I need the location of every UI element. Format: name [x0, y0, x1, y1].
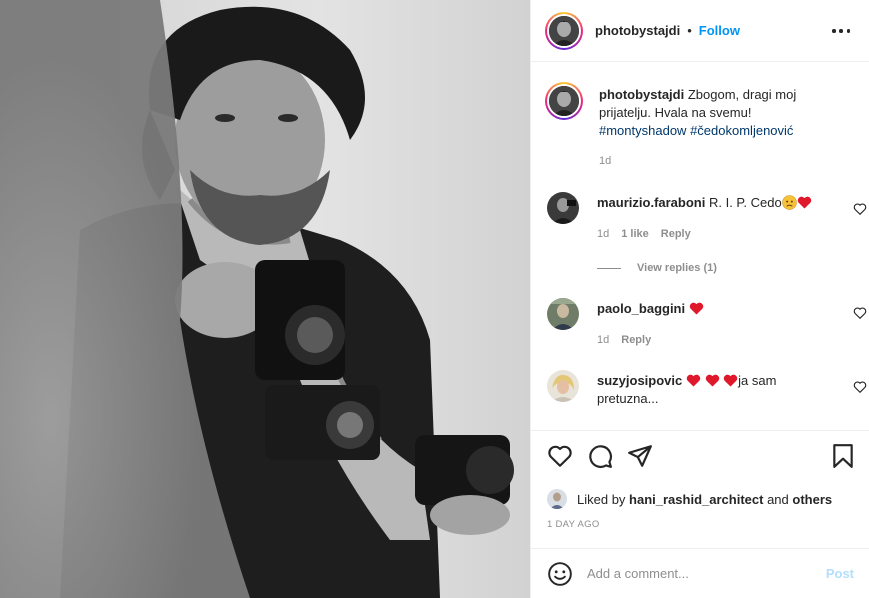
commenter-avatar[interactable]	[547, 192, 579, 224]
red-heart-icon	[686, 374, 701, 387]
comment-likes[interactable]: 1 like	[621, 228, 649, 240]
comment-meta: 1d 1 like Reply	[597, 228, 691, 240]
action-icons	[547, 443, 653, 469]
comment-username[interactable]: suzyjosipovic	[597, 373, 682, 388]
post-actions: Liked by hani_rashid_architect and other…	[531, 430, 869, 548]
comment-input[interactable]	[587, 566, 807, 581]
post-side-panel: photobystajdi • Follow photobystajdi Zbo…	[530, 0, 869, 598]
caption-avatar[interactable]	[545, 82, 583, 120]
red-heart-icon	[689, 302, 703, 315]
caption-time: 1d	[599, 155, 612, 167]
post-header: photobystajdi • Follow	[531, 0, 869, 62]
comment-meta: 1d Reply	[597, 334, 651, 346]
comment-icon[interactable]	[587, 443, 613, 469]
caption-username[interactable]: photobystajdi	[599, 87, 684, 102]
liked-by-user[interactable]: hani_rashid_architect	[629, 492, 763, 507]
reply-button[interactable]: Reply	[621, 334, 651, 346]
comment-username[interactable]: maurizio.faraboni	[597, 195, 705, 210]
emoji-icon[interactable]	[547, 561, 573, 587]
liked-by-and: and	[767, 491, 789, 507]
add-comment-bar: Post	[531, 548, 869, 598]
commenter-avatar[interactable]	[547, 298, 579, 330]
comment-time: 1d	[597, 228, 610, 240]
replies-divider	[597, 267, 621, 269]
hashtag-link[interactable]: #montyshadow	[599, 123, 686, 138]
liker-avatar[interactable]	[547, 489, 567, 509]
author-avatar[interactable]	[545, 11, 583, 50]
post-photo-image	[0, 0, 530, 598]
like-comment-heart-icon[interactable]	[853, 202, 867, 216]
red-heart-icon	[797, 196, 811, 209]
save-icon[interactable]	[830, 443, 856, 469]
comment-text-block: suzyjosipovic ja sam pretuzna...	[597, 372, 822, 408]
author-username[interactable]: photobystajdi	[595, 23, 680, 38]
caption-text-block: photobystajdi Zbogom, dragi moj prijatel…	[599, 86, 824, 140]
liked-by-others[interactable]: others	[792, 492, 832, 507]
more-icon[interactable]	[832, 22, 850, 40]
red-heart-icon	[705, 374, 719, 387]
comment-time: 1d	[597, 334, 610, 346]
commenter-avatar[interactable]	[547, 370, 579, 402]
comment-text-block: paolo_baggini	[597, 300, 822, 318]
comment-text-block: maurizio.faraboni R. I. P. Cedo	[597, 194, 822, 212]
post-timestamp[interactable]: 1 DAY AGO	[547, 519, 600, 530]
view-replies-button[interactable]: View replies (1)	[597, 262, 717, 274]
liked-by-prefix: Liked by	[577, 491, 626, 507]
reply-button[interactable]: Reply	[661, 228, 691, 240]
like-comment-heart-icon[interactable]	[853, 306, 867, 320]
view-replies-label: View replies (1)	[637, 262, 717, 274]
hashtag-link[interactable]: #čedokomljenović	[690, 123, 793, 138]
comment-username[interactable]: paolo_baggini	[597, 301, 685, 316]
red-heart-icon	[723, 374, 738, 387]
like-comment-heart-icon[interactable]	[853, 380, 867, 394]
instagram-post-viewer: photobystajdi • Follow photobystajdi Zbo…	[0, 0, 869, 598]
follow-button[interactable]: Follow	[699, 23, 740, 38]
separator-dot: •	[687, 23, 692, 38]
heart-icon[interactable]	[547, 443, 573, 469]
post-photo[interactable]	[0, 0, 530, 598]
likes-summary: Liked by hani_rashid_architect and other…	[547, 489, 832, 509]
share-icon[interactable]	[627, 443, 653, 469]
post-comment-button[interactable]: Post	[826, 566, 854, 581]
comment-text: R. I. P. Cedo	[708, 195, 782, 210]
sad-face-icon	[781, 195, 797, 210]
